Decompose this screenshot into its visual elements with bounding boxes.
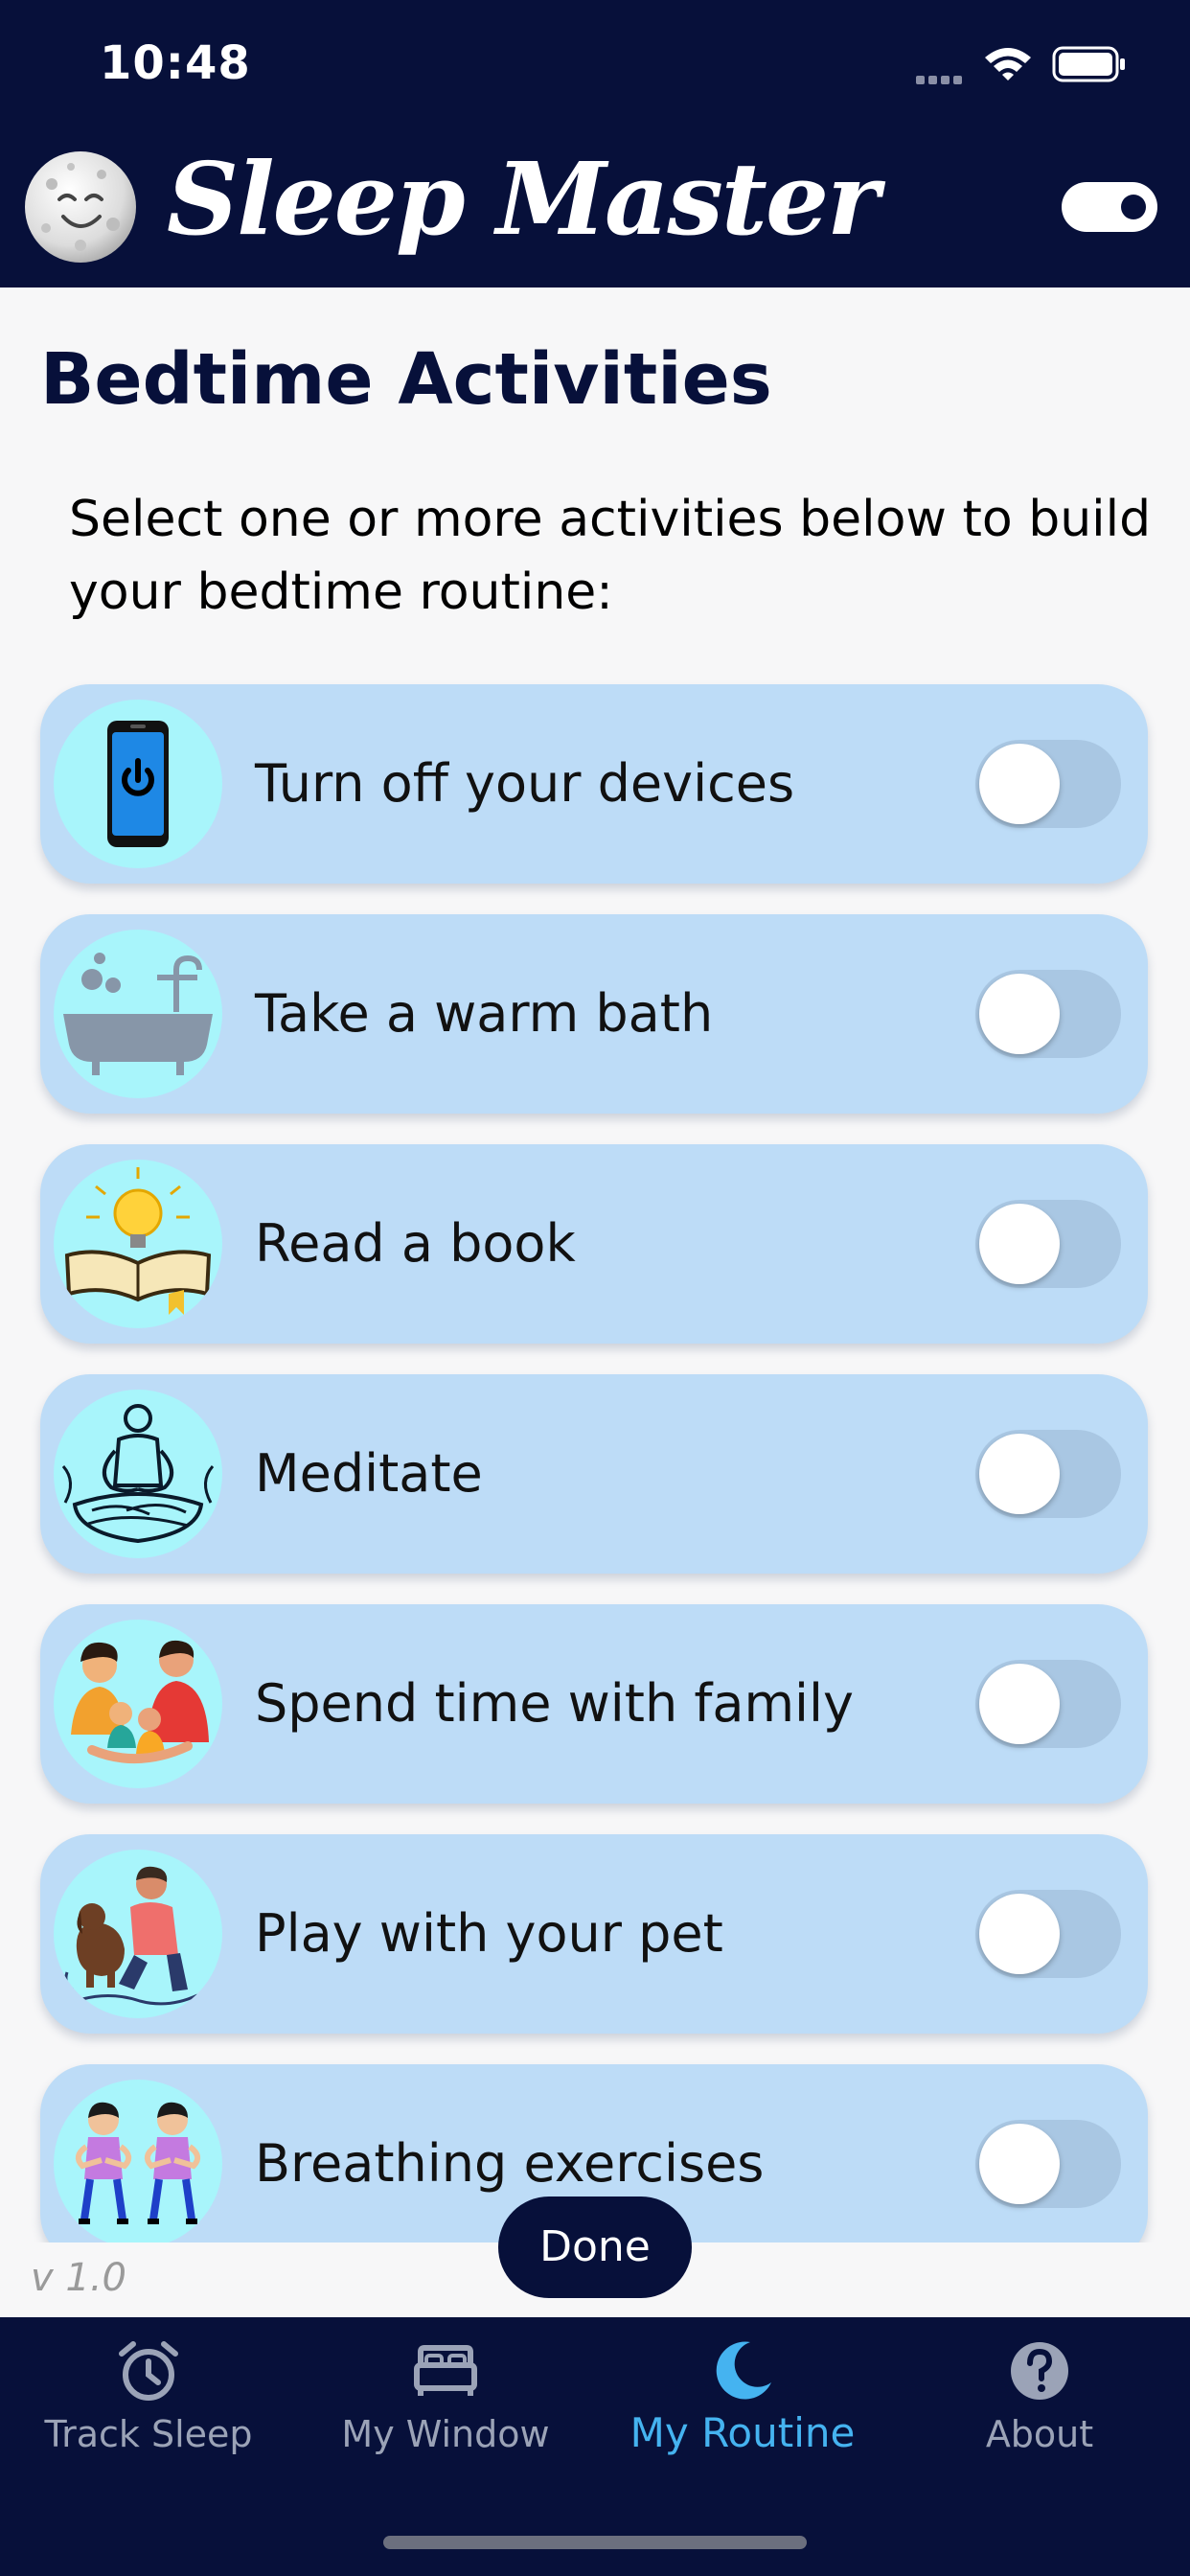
tab-label: My Window xyxy=(341,2413,550,2455)
meditation-icon xyxy=(54,1390,222,1558)
activity-switch-breathing[interactable] xyxy=(975,2120,1121,2208)
tab-about[interactable]: About xyxy=(891,2317,1188,2480)
activity-switch-bath[interactable] xyxy=(975,970,1121,1058)
breathing-kids-icon xyxy=(54,2080,222,2242)
bed-icon xyxy=(414,2345,477,2396)
tab-label: Track Sleep xyxy=(44,2413,253,2455)
header-toggle[interactable] xyxy=(1062,182,1157,232)
header-toggle-knob xyxy=(1121,195,1146,219)
activity-switch-meditate[interactable] xyxy=(975,1430,1121,1518)
activity-card-devices[interactable]: Turn off your devices xyxy=(40,684,1148,884)
activity-label: Turn off your devices xyxy=(255,753,795,814)
activity-label: Take a warm bath xyxy=(255,983,714,1044)
activity-label: Meditate xyxy=(255,1443,483,1504)
activity-label: Play with your pet xyxy=(255,1903,723,1964)
activity-switch-read[interactable] xyxy=(975,1200,1121,1288)
alarm-clock-icon xyxy=(119,2341,178,2401)
home-indicator xyxy=(383,2536,807,2549)
activity-label: Spend time with family xyxy=(255,1673,855,1734)
page-title: Bedtime Activities xyxy=(40,338,772,421)
pet-icon xyxy=(54,1850,222,2018)
activity-card-bath[interactable]: Take a warm bath xyxy=(40,914,1148,1114)
family-icon xyxy=(54,1620,222,1788)
activity-card-family[interactable]: Spend time with family xyxy=(40,1604,1148,1804)
tab-label: My Routine xyxy=(629,2409,856,2456)
tab-my-routine[interactable]: My Routine xyxy=(594,2317,891,2480)
activity-switch-family[interactable] xyxy=(975,1660,1121,1748)
tab-my-window[interactable]: My Window xyxy=(297,2317,594,2480)
activity-card-meditate[interactable]: Meditate xyxy=(40,1374,1148,1574)
status-time: 10:48 xyxy=(100,36,251,90)
moon-logo-icon xyxy=(25,151,136,263)
activity-card-read[interactable]: Read a book xyxy=(40,1144,1148,1344)
battery-icon xyxy=(1052,46,1125,82)
activity-switch-pet[interactable] xyxy=(975,1890,1121,1978)
phone-power-icon xyxy=(54,700,222,868)
cellular-signal-icon xyxy=(916,70,966,88)
version-label: v 1.0 xyxy=(31,2256,126,2300)
activity-card-pet[interactable]: Play with your pet xyxy=(40,1834,1148,2034)
app-title: Sleep Master xyxy=(167,140,880,258)
activity-switch-devices[interactable] xyxy=(975,740,1121,828)
intro-text: Select one or more activities below to b… xyxy=(69,491,1152,621)
moon-icon xyxy=(716,2341,771,2400)
tab-label: About xyxy=(985,2413,1094,2455)
tab-track-sleep[interactable]: Track Sleep xyxy=(0,2317,297,2480)
activity-label: Read a book xyxy=(255,1213,576,1274)
wifi-icon xyxy=(985,48,1031,80)
bathtub-icon xyxy=(54,930,222,1098)
question-icon xyxy=(1011,2342,1068,2400)
activity-list[interactable]: Turn off your devices Take a warm bath R… xyxy=(0,671,1190,2242)
app-header: 10:48 Sleep Master xyxy=(0,0,1190,288)
done-button[interactable]: Done xyxy=(498,2196,692,2298)
book-lightbulb-icon xyxy=(54,1160,222,1328)
